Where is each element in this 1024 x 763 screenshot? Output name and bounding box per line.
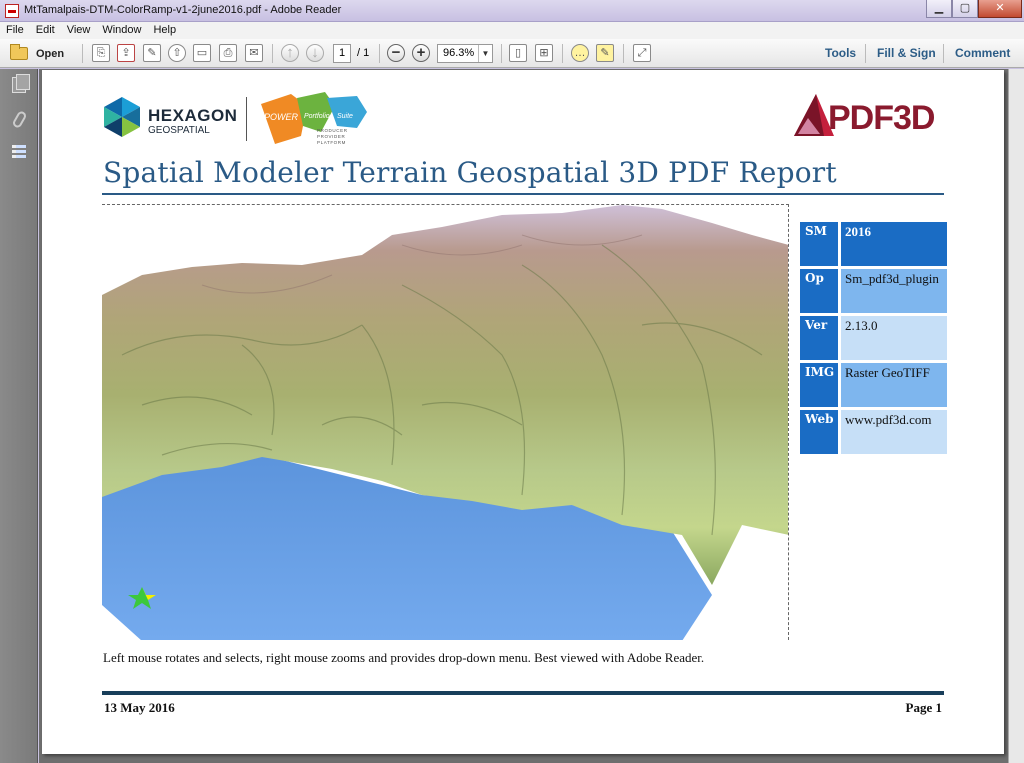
maximize-button[interactable]: ▢: [952, 0, 978, 18]
menu-edit[interactable]: Edit: [30, 22, 61, 39]
edit-pdf-icon[interactable]: ✎: [143, 44, 161, 62]
table-row: Ver 2.13.0: [800, 316, 947, 360]
suite-word: Suite: [337, 113, 353, 120]
title-bar: MtTamalpais-DTM-ColorRamp-v1-2june2016.p…: [0, 0, 1024, 22]
toolbar-separator: [82, 44, 83, 63]
fit-page-icon[interactable]: ▯: [509, 44, 527, 62]
attachments-icon[interactable]: [11, 109, 28, 130]
window-controls: ▁ ▢ ✕: [926, 0, 1022, 18]
table-row: Op Sm_pdf3d_plugin: [800, 269, 947, 313]
info-key: Op: [800, 269, 838, 313]
navigation-pane: [0, 69, 38, 763]
vertical-scrollbar[interactable]: [1008, 69, 1024, 763]
info-key: Ver: [800, 316, 838, 360]
open-label: Open: [36, 47, 65, 60]
table-row: IMG Raster GeoTIFF: [800, 363, 947, 407]
save-icon[interactable]: ▭: [193, 44, 211, 62]
menu-view[interactable]: View: [61, 22, 97, 39]
hexagon-subtitle: GEOSPATIAL: [148, 125, 210, 136]
toolbar: Open ⎘ ⇪ ✎ ⇧ ▭ ⎙ ✉ ↑ ↓ 1 / 1 − + 96.3% ▼…: [0, 39, 1024, 68]
page-number-label: Page 1: [905, 700, 942, 715]
provider-word: PROVIDER: [317, 134, 345, 139]
logo-divider: [246, 97, 247, 141]
table-row: Web www.pdf3d.com: [800, 410, 947, 454]
pdf-page: HEXAGON GEOSPATIAL POWER Portfolio Suite…: [42, 70, 1004, 754]
report-date: 13 May 2016: [104, 700, 175, 715]
menu-help[interactable]: Help: [147, 22, 182, 39]
zoom-in-button[interactable]: +: [412, 44, 430, 62]
toolbar-separator: [272, 44, 273, 63]
layers-icon[interactable]: [12, 145, 26, 161]
info-value: Raster GeoTIFF: [841, 363, 947, 407]
next-page-icon[interactable]: ↓: [306, 44, 324, 62]
print-icon[interactable]: ⎙: [219, 44, 237, 62]
create-pdf-icon[interactable]: ⎘: [92, 44, 110, 62]
menu-bar: File Edit View Window Help: [0, 22, 1024, 39]
zoom-select[interactable]: 96.3% ▼: [437, 44, 493, 63]
toolbar-separator: [379, 44, 380, 63]
fit-width-icon[interactable]: ⊞: [535, 44, 553, 62]
read-mode-icon[interactable]: ⤢: [633, 44, 651, 62]
hexagon-logo-icon: [104, 97, 140, 137]
page-number-input[interactable]: 1: [333, 44, 351, 63]
window-title: MtTamalpais-DTM-ColorRamp-v1-2june2016.p…: [24, 4, 342, 16]
zoom-value: 96.3%: [443, 47, 475, 59]
cloud-upload-icon[interactable]: ⇧: [168, 44, 186, 62]
menu-file[interactable]: File: [0, 22, 30, 39]
title-rule: [102, 193, 944, 195]
toolbar-separator: [562, 44, 563, 63]
power-word: POWER: [264, 112, 299, 122]
info-key: IMG: [800, 363, 838, 407]
page-thumbnails-icon[interactable]: [12, 74, 30, 93]
viewer-instructions: Left mouse rotates and selects, right mo…: [103, 650, 705, 665]
hexagon-wordmark: HEXAGON: [148, 106, 238, 125]
toolbar-separator: [623, 44, 624, 63]
sticky-note-icon[interactable]: …: [571, 44, 589, 62]
info-key: SM: [800, 222, 838, 266]
portfolio-word: Portfolio: [304, 113, 330, 120]
info-value: 2016: [841, 222, 947, 266]
toolbar-separator: [943, 44, 944, 63]
power-portfolio-logo-icon: POWER Portfolio Suite PRODUCER PROVIDER …: [261, 92, 367, 145]
toolbar-separator: [865, 44, 866, 63]
minimize-button[interactable]: ▁: [926, 0, 952, 18]
highlight-icon[interactable]: ✎: [596, 44, 614, 62]
3d-model-viewport[interactable]: [102, 204, 789, 640]
info-key: Web: [800, 410, 838, 454]
export-pdf-icon[interactable]: ⇪: [117, 44, 135, 62]
toolbar-separator: [501, 44, 502, 63]
comment-pane-button[interactable]: Comment: [955, 45, 1010, 64]
info-value: Sm_pdf3d_plugin: [841, 269, 947, 313]
pdf3d-wordmark: PDF3D: [828, 99, 935, 137]
info-value: 2.13.0: [841, 316, 947, 360]
open-button[interactable]: Open: [10, 44, 72, 63]
page-total: / 1: [357, 47, 370, 59]
info-value[interactable]: www.pdf3d.com: [841, 410, 947, 454]
adobe-reader-icon: [5, 4, 19, 18]
menu-window[interactable]: Window: [96, 22, 147, 39]
fill-sign-pane-button[interactable]: Fill & Sign: [877, 45, 936, 64]
email-icon[interactable]: ✉: [245, 44, 263, 62]
zoom-out-button[interactable]: −: [387, 44, 405, 62]
platform-word: PLATFORM: [317, 140, 346, 145]
previous-page-icon[interactable]: ↑: [281, 44, 299, 62]
folder-icon: [10, 44, 28, 60]
info-table: SM 2016 Op Sm_pdf3d_plugin Ver 2.13.0 IM…: [800, 222, 947, 457]
table-row: SM 2016: [800, 222, 947, 266]
footer-rule: [102, 691, 944, 695]
tools-pane-button[interactable]: Tools: [825, 45, 856, 64]
chevron-down-icon: ▼: [478, 45, 492, 62]
close-button[interactable]: ✕: [978, 0, 1022, 18]
producer-word: PRODUCER: [317, 128, 348, 133]
report-title: Spatial Modeler Terrain Geospatial 3D PD…: [103, 156, 837, 189]
